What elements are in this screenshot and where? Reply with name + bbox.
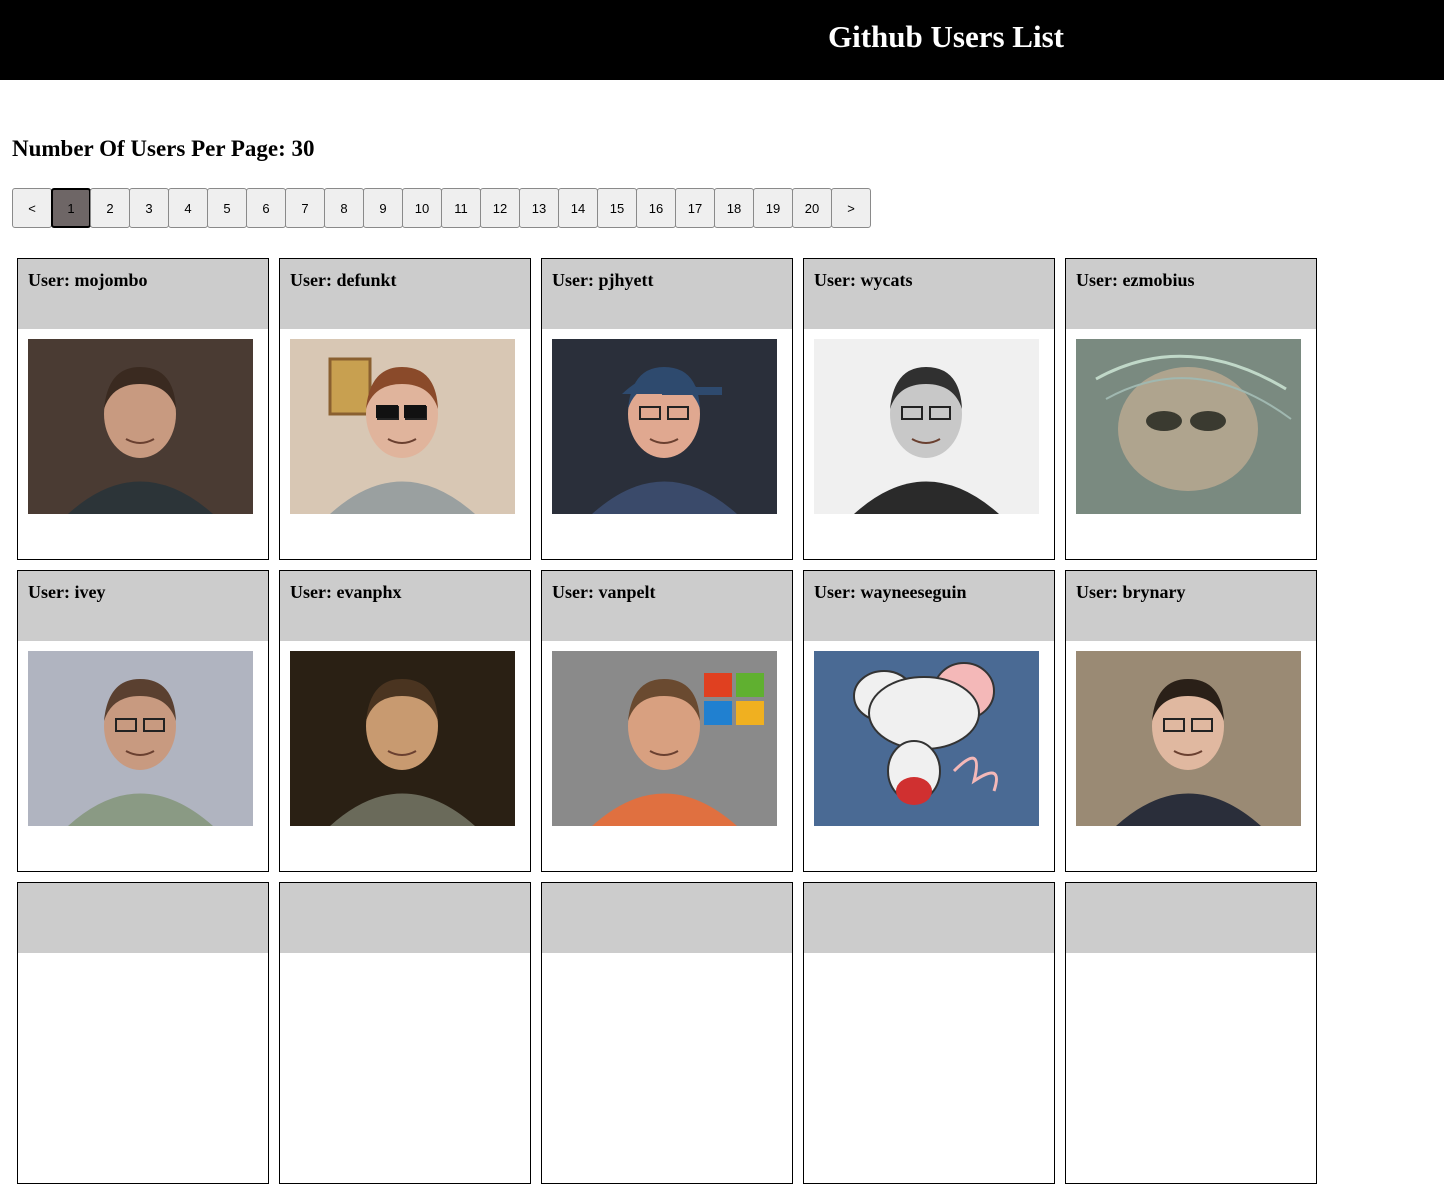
user-card-header: User: pjhyett [542, 259, 792, 329]
user-card: User: wayneeseguin [803, 570, 1055, 872]
user-card-header: User: vanpelt [542, 571, 792, 641]
user-card: User: ezmobius [1065, 258, 1317, 560]
user-avatar[interactable] [28, 651, 253, 826]
page-button-17[interactable]: 17 [675, 188, 715, 228]
next-page-button[interactable]: > [831, 188, 871, 228]
user-card: User: evanphx [279, 570, 531, 872]
page-button-14[interactable]: 14 [558, 188, 598, 228]
page-button-18[interactable]: 18 [714, 188, 754, 228]
user-card-partial [279, 882, 531, 1184]
user-avatar[interactable] [1076, 339, 1301, 514]
user-name: User: pjhyett [552, 270, 654, 290]
user-card: User: brynary [1065, 570, 1317, 872]
page-button-13[interactable]: 13 [519, 188, 559, 228]
user-avatar[interactable] [290, 339, 515, 514]
user-card-header: User: evanphx [280, 571, 530, 641]
user-avatar[interactable] [28, 339, 253, 514]
user-card-header: User: wycats [804, 259, 1054, 329]
page-button-9[interactable]: 9 [363, 188, 403, 228]
user-card-header: User: brynary [1066, 571, 1316, 641]
users-per-page-label: Number Of Users Per Page: 30 [12, 136, 315, 161]
user-name: User: mojombo [28, 270, 148, 290]
user-card-header [18, 883, 268, 953]
user-card-header [280, 883, 530, 953]
users-grid: User: mojombo User: defunkt User: pjhyett U… [17, 258, 1317, 1184]
user-card-partial [541, 882, 793, 1184]
user-avatar[interactable] [814, 651, 1039, 826]
user-name: User: ivey [28, 582, 106, 602]
user-name: User: vanpelt [552, 582, 656, 602]
user-avatar[interactable] [552, 339, 777, 514]
user-card: User: mojombo [17, 258, 269, 560]
user-avatar[interactable] [552, 651, 777, 826]
user-card: User: defunkt [279, 258, 531, 560]
user-card: User: pjhyett [541, 258, 793, 560]
user-card: User: wycats [803, 258, 1055, 560]
page-button-5[interactable]: 5 [207, 188, 247, 228]
page-button-15[interactable]: 15 [597, 188, 637, 228]
page-button-2[interactable]: 2 [90, 188, 130, 228]
page-button-11[interactable]: 11 [441, 188, 481, 228]
page-button-10[interactable]: 10 [402, 188, 442, 228]
user-name: User: defunkt [290, 270, 397, 290]
user-card: User: vanpelt [541, 570, 793, 872]
user-card-header [542, 883, 792, 953]
user-name: User: ezmobius [1076, 270, 1195, 290]
page-button-6[interactable]: 6 [246, 188, 286, 228]
user-card-header: User: ezmobius [1066, 259, 1316, 329]
user-card-header: User: mojombo [18, 259, 268, 329]
page-button-7[interactable]: 7 [285, 188, 325, 228]
user-card-header: User: ivey [18, 571, 268, 641]
user-card: User: ivey [17, 570, 269, 872]
user-avatar[interactable] [814, 339, 1039, 514]
user-avatar[interactable] [290, 651, 515, 826]
page-button-12[interactable]: 12 [480, 188, 520, 228]
page-button-16[interactable]: 16 [636, 188, 676, 228]
user-name: User: brynary [1076, 582, 1186, 602]
user-card-partial [803, 882, 1055, 1184]
page-button-8[interactable]: 8 [324, 188, 364, 228]
prev-page-button[interactable]: < [12, 188, 52, 228]
user-card-header [804, 883, 1054, 953]
page-button-4[interactable]: 4 [168, 188, 208, 228]
user-card-header: User: wayneeseguin [804, 571, 1054, 641]
app-header: Github Users List [0, 0, 1444, 80]
user-card-partial [1065, 882, 1317, 1184]
page-button-3[interactable]: 3 [129, 188, 169, 228]
user-avatar[interactable] [1076, 651, 1301, 826]
user-name: User: evanphx [290, 582, 402, 602]
pagination: <1 2 3 4 5 6 7 8 9 10 11 12 13 14 15 16 17 18 19 20 > [12, 188, 871, 228]
page-title: Github Users List [828, 19, 1064, 54]
page-button-19[interactable]: 19 [753, 188, 793, 228]
user-card-header: User: defunkt [280, 259, 530, 329]
user-card-partial [17, 882, 269, 1184]
page-button-20[interactable]: 20 [792, 188, 832, 228]
user-name: User: wycats [814, 270, 913, 290]
user-name: User: wayneeseguin [814, 582, 967, 602]
page-button-1[interactable]: 1 [51, 188, 91, 228]
user-card-header [1066, 883, 1316, 953]
